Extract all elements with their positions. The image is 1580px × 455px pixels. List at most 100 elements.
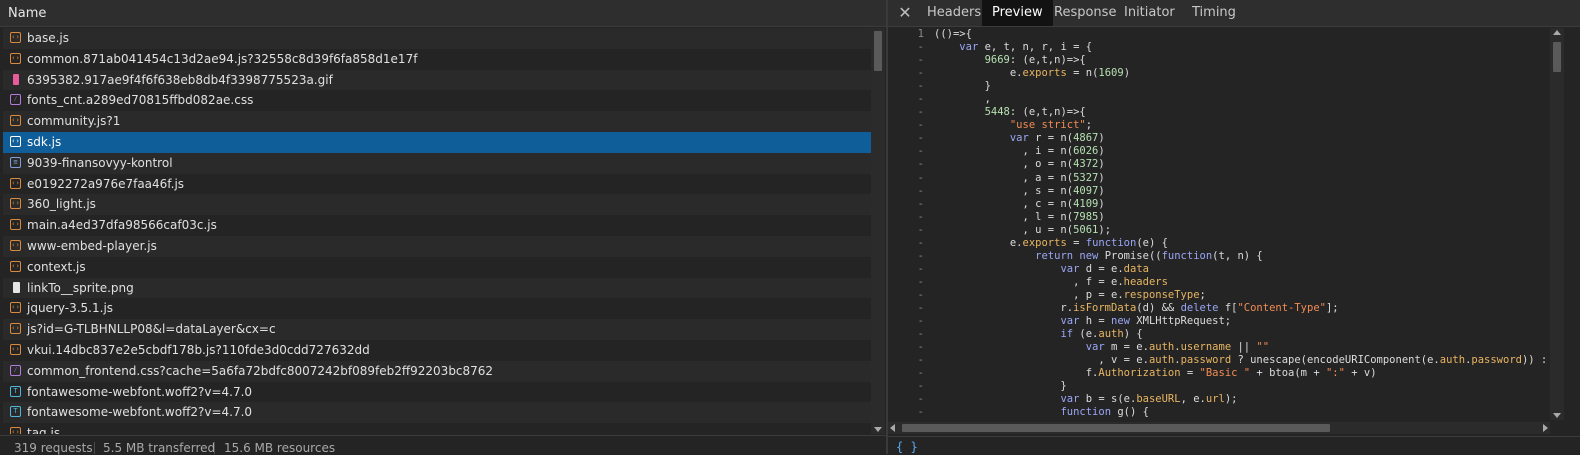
tab-timing[interactable]: Timing: [1182, 0, 1246, 26]
request-row[interactable]: vkui.14dbc837e2e5cbdf178b.js?110fde3d0cd…: [3, 339, 871, 361]
code-line: - e.exports = function(e) {: [888, 237, 1550, 250]
scrollbar-thumb[interactable]: [902, 424, 1330, 432]
request-row[interactable]: sdk.js: [3, 131, 871, 153]
request-list-scrollbar[interactable]: [871, 28, 885, 434]
line-number: -: [917, 119, 924, 132]
resources-size: 15.6 MB resources: [224, 441, 336, 455]
code-text: , v = e.auth.password ? unescape(encodeU…: [934, 354, 1548, 367]
code-line: - , u = n(5061);: [888, 224, 1550, 237]
request-name: community.js?1: [27, 114, 121, 129]
request-name: 9039-finansovyy-kontrol: [27, 155, 173, 170]
code-line: - var d = e.data: [888, 263, 1550, 276]
code-text: , l = n(7985): [934, 210, 1105, 223]
line-number: -: [917, 197, 924, 210]
line-number: -: [917, 393, 924, 406]
code-line: - var m = e.auth.username || "": [888, 341, 1550, 354]
code-text: "use strict";: [1009, 119, 1093, 132]
request-row[interactable]: main.a4ed37dfa98566caf03c.js: [3, 215, 871, 236]
preview-bottom-bar: { }: [888, 436, 1580, 454]
request-name: e0192272a976e7faa46f.js: [27, 176, 185, 191]
line-number: -: [917, 249, 924, 262]
preview-code-view[interactable]: 1 (()=>{- var e, t, n, r, i = {- 9669: (e…: [888, 28, 1550, 420]
request-row[interactable]: fontawesome-webfont.woff2?v=4.7.0: [3, 402, 871, 424]
code-text: var b = s(e.baseURL, e.url);: [1060, 393, 1238, 406]
request-name: vkui.14dbc837e2e5cbdf178b.js?110fde3d0cd…: [27, 342, 370, 357]
code-line: - e.exports = n(1609): [888, 67, 1550, 80]
request-row[interactable]: common.871ab041454c13d2ae94.js?32558c8d3…: [3, 48, 871, 70]
code-text: var r = n(4867): [1009, 132, 1105, 145]
request-name: context.js: [27, 259, 86, 274]
code-text: var m = e.auth.username || "": [1085, 341, 1270, 354]
request-row[interactable]: tag.js: [3, 423, 871, 434]
code-line: - }: [888, 380, 1550, 393]
scroll-left-arrow-icon[interactable]: [890, 424, 895, 432]
code-line: 1 (()=>{: [888, 28, 1550, 41]
code-line: - , c = n(4109): [888, 198, 1550, 211]
request-row[interactable]: fonts_cnt.a289ed70815ffbd082ae.css: [3, 90, 871, 112]
line-number: -: [917, 328, 924, 341]
scroll-right-arrow-icon[interactable]: [1543, 424, 1548, 432]
code-line: - , i = n(6026): [888, 145, 1550, 158]
line-number: -: [917, 80, 924, 93]
script-icon: [10, 115, 21, 127]
request-row[interactable]: community.js?1: [3, 111, 871, 132]
request-row[interactable]: jquery-3.5.1.js: [3, 298, 871, 320]
scroll-down-arrow-icon[interactable]: [874, 427, 882, 432]
code-text: , o = n(4372): [934, 158, 1105, 171]
name-column-header[interactable]: Name: [0, 0, 886, 27]
network-request-list-panel: Name base.js common.871ab041454c13d2ae94.…: [0, 0, 886, 455]
request-row[interactable]: www-embed-player.js: [3, 235, 871, 257]
code-line: - , a = n(5327): [888, 172, 1550, 185]
line-number: -: [917, 171, 924, 184]
scroll-down-arrow-icon[interactable]: [1553, 413, 1561, 418]
line-number: -: [917, 132, 924, 145]
request-name: fontawesome-webfont.woff2?v=4.7.0: [27, 384, 253, 399]
request-row[interactable]: linkTo__sprite.png: [3, 277, 871, 299]
close-icon[interactable]: ✕: [896, 3, 914, 23]
request-row[interactable]: js?id=G-TLBHNLLP08&l=dataLayer&cx=c: [3, 319, 871, 340]
code-line: - , v = e.auth.password ? unescape(encod…: [888, 354, 1550, 367]
request-row[interactable]: common_frontend.css?cache=5a6fa72bdfc800…: [3, 360, 871, 382]
scrollbar-thumb[interactable]: [874, 31, 882, 71]
line-number: 1: [917, 28, 924, 40]
tab-headers[interactable]: Headers: [917, 0, 991, 26]
request-row[interactable]: 9039-finansovyy-kontrol: [3, 152, 871, 174]
line-number: -: [917, 301, 924, 314]
code-text: 9669: (e,t,n)=>{: [984, 54, 1086, 67]
scroll-up-arrow-icon[interactable]: [1553, 30, 1561, 35]
code-line: - 9669: (e,t,n)=>{: [888, 54, 1550, 67]
request-row[interactable]: fontawesome-webfont.woff2?v=4.7.0: [3, 381, 871, 403]
code-line: - , o = n(4372): [888, 158, 1550, 171]
tab-preview[interactable]: Preview: [982, 0, 1053, 26]
request-row[interactable]: 6395382.917ae9f4f6f638eb8db4f3398775523a…: [3, 69, 871, 91]
script-icon: [10, 177, 21, 189]
request-row[interactable]: base.js: [3, 28, 871, 49]
line-number: -: [917, 275, 924, 288]
script-icon: [10, 302, 21, 314]
request-name: common.871ab041454c13d2ae94.js?32558c8d3…: [27, 51, 418, 66]
code-line: - return new Promise((function(t, n) {: [888, 250, 1550, 263]
stylesheet-icon: [10, 364, 21, 376]
code-text: }: [934, 80, 991, 93]
code-line: - , p = e.responseType;: [888, 289, 1550, 302]
code-text: , a = n(5327): [934, 171, 1105, 184]
script-icon: [10, 135, 21, 147]
script-icon: [10, 323, 21, 335]
request-name: linkTo__sprite.png: [27, 280, 134, 295]
request-name: main.a4ed37dfa98566caf03c.js: [27, 218, 217, 233]
request-row[interactable]: context.js: [3, 256, 871, 278]
tab-initiator[interactable]: Initiator: [1114, 0, 1185, 26]
line-number: -: [917, 380, 924, 393]
code-text: var e, t, n, r, i = {: [959, 41, 1093, 54]
scrollbar-thumb[interactable]: [1553, 42, 1561, 72]
request-row[interactable]: 360_light.js: [3, 194, 871, 216]
preview-horizontal-scrollbar[interactable]: [888, 422, 1550, 434]
request-name: 360_light.js: [27, 197, 96, 212]
request-name: tag.js: [27, 426, 61, 434]
line-number: -: [917, 236, 924, 249]
request-name: base.js: [27, 31, 70, 45]
preview-vertical-scrollbar[interactable]: [1550, 28, 1564, 420]
request-detail-panel: ✕ Headers Preview Response Initiator Timing …: [888, 0, 1580, 454]
request-row[interactable]: e0192272a976e7faa46f.js: [3, 173, 871, 195]
pretty-print-icon[interactable]: { }: [896, 440, 918, 454]
